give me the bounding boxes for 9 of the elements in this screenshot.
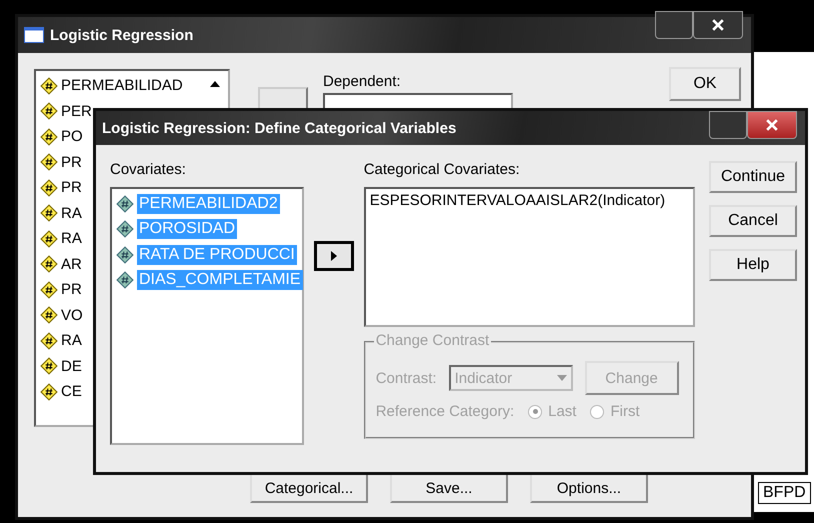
- table-cell: BFPD: [758, 482, 811, 504]
- covariates-label: Covariates:: [110, 161, 187, 180]
- categorical-label: Categorical Covariates:: [364, 161, 521, 180]
- window-title: Logistic Regression: [50, 26, 194, 44]
- reference-label: Reference Category:: [376, 403, 514, 420]
- group-title: Change Contrast: [374, 332, 492, 349]
- window-title: Logistic Regression: Define Categorical Variables: [102, 120, 456, 136]
- contrast-label: Contrast:: [376, 370, 437, 386]
- dependent-label: Dependent:: [323, 73, 401, 90]
